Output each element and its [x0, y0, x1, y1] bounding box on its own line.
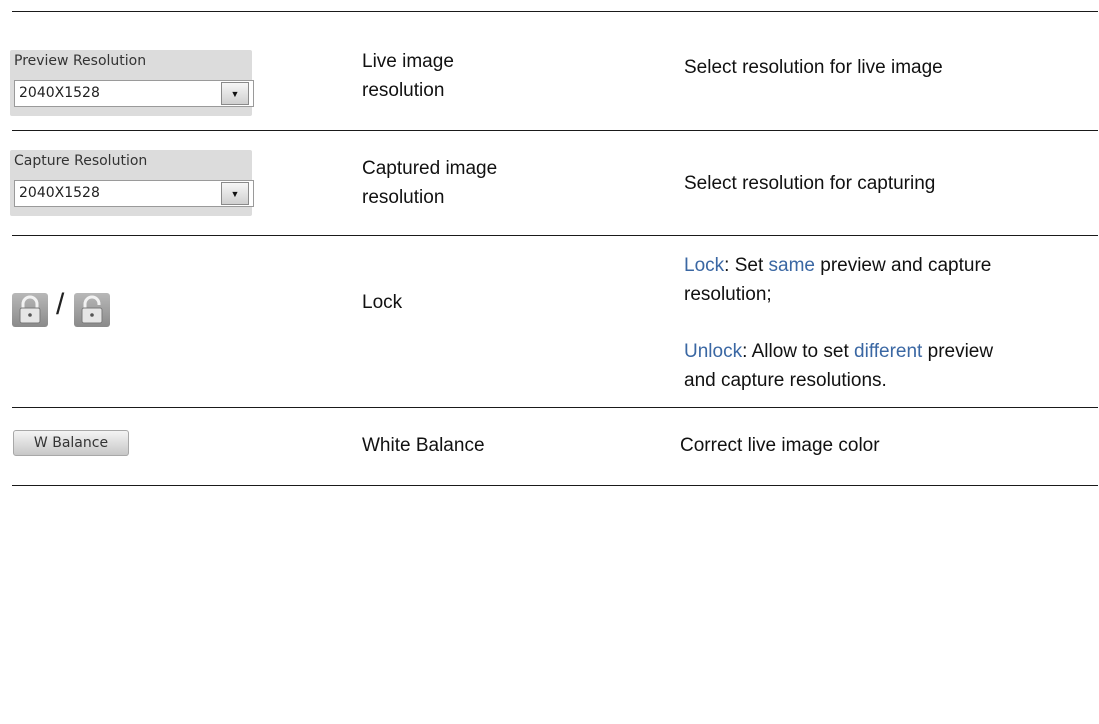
preview-resolution-widget: Preview Resolution 2040X1528 ▼ — [10, 50, 254, 116]
capture-resolution-value: 2040X1528 — [19, 185, 100, 201]
preview-resolution-label: Preview Resolution — [14, 53, 147, 69]
triangle-down-icon[interactable]: ▼ — [221, 82, 249, 105]
row-description: Correct live image color — [680, 435, 880, 456]
row-divider — [12, 485, 1098, 486]
row-description: Select resolution for live image — [684, 57, 943, 78]
capture-resolution-select[interactable]: 2040X1528 ▼ — [14, 180, 254, 207]
row-name: Live image resolution — [362, 51, 454, 101]
row-divider — [12, 11, 1098, 12]
row-name: Captured image resolution — [362, 158, 498, 208]
capture-resolution-label: Capture Resolution — [14, 153, 148, 169]
lock-separator: / — [56, 288, 65, 321]
row-name: Lock — [362, 292, 403, 313]
row-divider — [12, 407, 1098, 408]
row-name: White Balance — [362, 435, 485, 456]
lock-icon[interactable] — [12, 293, 48, 327]
capture-resolution-widget: Capture Resolution 2040X1528 ▼ — [10, 150, 254, 216]
unlock-icon[interactable] — [74, 293, 110, 327]
row-divider — [12, 130, 1098, 131]
lock-description: Lock: Set same preview and capture resol… — [684, 255, 992, 305]
row-divider — [12, 235, 1098, 236]
preview-resolution-select[interactable]: 2040X1528 ▼ — [14, 80, 254, 107]
unlock-description: Unlock: Allow to set different preview a… — [684, 341, 994, 391]
triangle-down-icon[interactable]: ▼ — [221, 182, 249, 205]
white-balance-button[interactable]: W Balance — [13, 430, 129, 456]
row-description: Select resolution for capturing — [684, 173, 936, 194]
preview-resolution-value: 2040X1528 — [19, 85, 100, 101]
